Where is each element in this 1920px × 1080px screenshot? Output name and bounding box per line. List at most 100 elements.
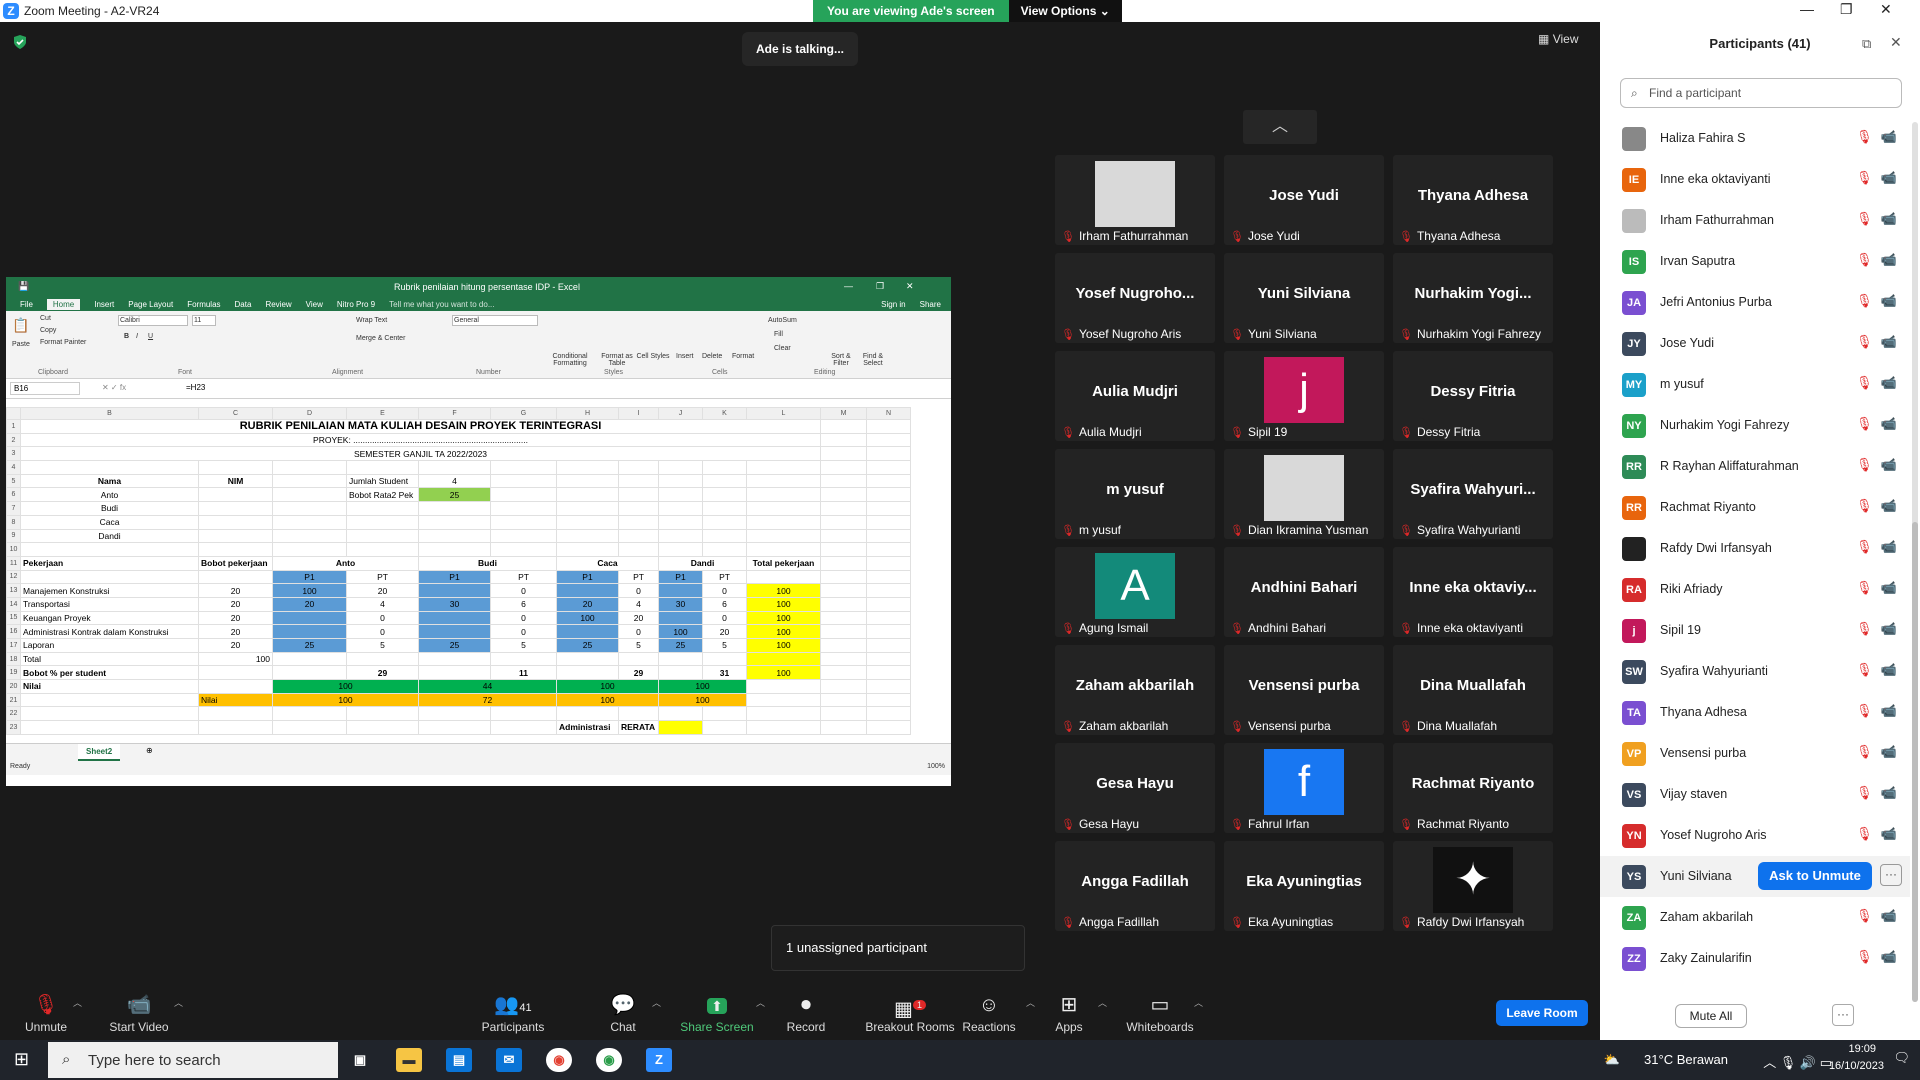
- cell[interactable]: 4: [418, 473, 491, 489]
- participant-row[interactable]: j Sipil 19 🎙📹: [1600, 610, 1910, 651]
- muted-status-icons[interactable]: 🎙📹: [1856, 826, 1905, 842]
- cell[interactable]: 20: [702, 624, 747, 639]
- font-size-select[interactable]: 11: [192, 315, 216, 326]
- unassigned-participant-toast[interactable]: 1 unassigned participant: [771, 925, 1025, 971]
- video-tile[interactable]: j 🎙 Sipil 19: [1224, 351, 1384, 441]
- cut-button[interactable]: Cut: [40, 315, 51, 322]
- col-header[interactable]: B: [20, 407, 199, 420]
- merge-center-button[interactable]: Merge & Center: [356, 335, 405, 342]
- cell[interactable]: NIM: [198, 473, 273, 489]
- col-header[interactable]: N: [866, 407, 911, 420]
- cell[interactable]: 100: [746, 665, 821, 681]
- tab-file[interactable]: File: [20, 300, 33, 309]
- cell[interactable]: 100: [746, 638, 821, 653]
- more-options-icon[interactable]: ···: [1880, 864, 1902, 886]
- muted-status-icons[interactable]: 🎙📹: [1856, 785, 1905, 801]
- cell[interactable]: 0: [618, 583, 659, 598]
- page-up-chevron-icon[interactable]: ︿: [1243, 110, 1317, 144]
- zoom-taskbar-icon[interactable]: Z: [646, 1048, 672, 1072]
- participant-row[interactable]: IE Inne eka oktaviyanti 🎙📹: [1600, 159, 1910, 200]
- cell[interactable]: [658, 610, 703, 626]
- cell[interactable]: 25: [272, 638, 347, 653]
- cell[interactable]: 5: [618, 638, 659, 653]
- cell[interactable]: 100: [746, 583, 821, 598]
- cell[interactable]: 25: [418, 638, 491, 653]
- underline-button[interactable]: U: [148, 333, 153, 340]
- muted-status-icons[interactable]: 🎙📹: [1856, 949, 1905, 965]
- chrome-icon[interactable]: ◉: [546, 1048, 572, 1072]
- cell[interactable]: 4: [618, 596, 659, 612]
- cell[interactable]: RERATA: [618, 720, 659, 735]
- col-header[interactable]: F: [418, 407, 491, 420]
- participant-row[interactable]: YN Yosef Nugroho Aris 🎙📹: [1600, 815, 1910, 856]
- participant-row[interactable]: Irham Fathurrahman 🎙📹: [1600, 200, 1910, 241]
- col-header[interactable]: G: [490, 407, 557, 420]
- participant-row[interactable]: NY Nurhakim Yogi Fahrezy 🎙📹: [1600, 405, 1910, 446]
- video-tile[interactable]: Thyana Adhesa 🎙 Thyana Adhesa: [1393, 155, 1553, 245]
- sheet-title[interactable]: RUBRIK PENILAIAN MATA KULIAH DESAIN PROY…: [20, 419, 821, 434]
- video-tile[interactable]: Eka Ayuningtias 🎙 Eka Ayuningtias: [1224, 841, 1384, 931]
- tab-data[interactable]: Data: [235, 300, 252, 309]
- muted-status-icons[interactable]: 🎙📹: [1856, 662, 1905, 678]
- cell[interactable]: PT: [618, 569, 659, 585]
- video-tile[interactable]: Andhini Bahari 🎙 Andhini Bahari: [1224, 547, 1384, 637]
- cell[interactable]: 100: [556, 692, 659, 708]
- cell[interactable]: 4: [346, 596, 419, 612]
- close-icon[interactable]: ✕: [1880, 1, 1892, 18]
- apps-button[interactable]: ⊞ Apps ︿: [1026, 990, 1112, 1034]
- cell[interactable]: 25: [418, 487, 491, 503]
- cell[interactable]: 20: [556, 596, 619, 612]
- cell[interactable]: Anto: [272, 555, 419, 571]
- cell[interactable]: 100: [198, 651, 273, 667]
- cell[interactable]: 30: [658, 596, 703, 612]
- cell[interactable]: 20: [198, 610, 273, 626]
- view-options-button[interactable]: View Options ⌄: [1008, 0, 1122, 22]
- cell[interactable]: Bobot Rata2 Pek: [346, 487, 419, 503]
- muted-status-icons[interactable]: 🎙📹: [1856, 334, 1905, 350]
- cell[interactable]: Budi: [418, 555, 557, 571]
- cell[interactable]: Administrasi: [556, 720, 619, 735]
- muted-status-icons[interactable]: 🎙📹: [1856, 252, 1905, 268]
- number-format-select[interactable]: General: [452, 315, 538, 326]
- cell[interactable]: [556, 624, 619, 639]
- cell[interactable]: [658, 583, 703, 598]
- cell[interactable]: 20: [198, 583, 273, 598]
- video-tile[interactable]: Inne eka oktaviy... 🎙 Inne eka oktaviyanti: [1393, 547, 1553, 637]
- cell[interactable]: [556, 583, 619, 598]
- cell[interactable]: 100: [746, 624, 821, 639]
- cell[interactable]: PT: [490, 569, 557, 585]
- cell[interactable]: 11: [490, 665, 557, 681]
- format-as-table-button[interactable]: Format as Table: [598, 353, 636, 367]
- weather-icon[interactable]: ⛅: [1604, 1052, 1620, 1068]
- save-icon[interactable]: 💾: [18, 281, 29, 292]
- cell[interactable]: Dandi: [20, 528, 199, 544]
- muted-status-icons[interactable]: 🎙📹: [1856, 498, 1905, 514]
- cell[interactable]: Caca: [556, 555, 659, 571]
- cell[interactable]: 100: [556, 679, 659, 694]
- panel-scrollbar[interactable]: [1912, 122, 1918, 1002]
- video-tile[interactable]: Jose Yudi 🎙 Jose Yudi: [1224, 155, 1384, 245]
- insert-cells-button[interactable]: Insert: [676, 353, 694, 360]
- video-tile[interactable]: Yuni Silviana 🎙 Yuni Silviana: [1224, 253, 1384, 343]
- chevron-up-icon[interactable]: ︿: [1194, 996, 1203, 1009]
- tab-home[interactable]: Home: [46, 298, 81, 310]
- find-select-button[interactable]: Find & Select: [858, 353, 888, 367]
- col-header[interactable]: C: [198, 407, 273, 420]
- chevron-up-icon[interactable]: ︿: [652, 996, 661, 1009]
- video-tile[interactable]: m yusuf 🎙 m yusuf: [1055, 449, 1215, 539]
- participant-row[interactable]: YS Yuni Silviana Ask to Unmute ···: [1600, 856, 1910, 897]
- col-header[interactable]: H: [556, 407, 619, 420]
- cell[interactable]: 29: [618, 665, 659, 681]
- format-cells-button[interactable]: Format: [732, 353, 754, 360]
- chevron-up-icon[interactable]: ︿: [174, 996, 183, 1009]
- cell[interactable]: 100: [658, 692, 747, 708]
- cell[interactable]: 100: [272, 679, 419, 694]
- windows-start-icon[interactable]: ⊞: [14, 1049, 29, 1070]
- cell[interactable]: Keuangan Proyek: [20, 610, 199, 626]
- video-tile[interactable]: Dina Muallafah 🎙 Dina Muallafah: [1393, 645, 1553, 735]
- video-tile[interactable]: A 🎙 Agung Ismail: [1055, 547, 1215, 637]
- participant-search-input[interactable]: ⌕ Find a participant: [1620, 78, 1902, 108]
- muted-status-icons[interactable]: 🎙📹: [1856, 908, 1905, 924]
- cell[interactable]: 0: [490, 624, 557, 639]
- cell[interactable]: Bobot pekerjaan: [198, 555, 273, 571]
